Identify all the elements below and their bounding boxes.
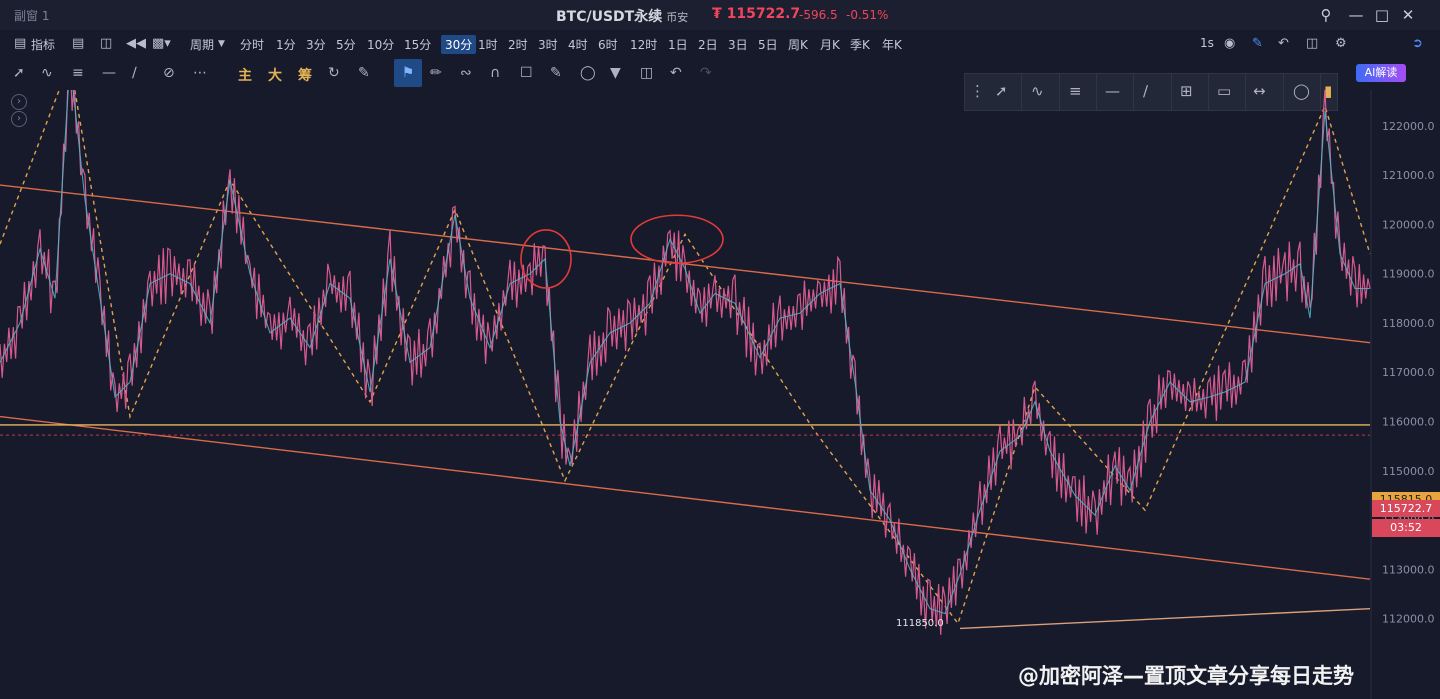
eraser-icon[interactable]: ⊘	[163, 65, 175, 81]
note-icon[interactable]: ✎	[550, 65, 562, 81]
title-bar: 副窗 1 BTC/USDT永续 币安 ₮ 115722.7 -596.5 -0.5…	[0, 0, 1440, 30]
interval-16[interactable]: 5日	[758, 36, 778, 53]
settings-icon[interactable]: ⚙	[1335, 36, 1347, 51]
interval-toolbar: ▤ 指标 ▤ ◫ ◀◀ ▩▾ 周期 ▼ 分时 1分 3分 5分 10分 15分 30分 1时 2…	[0, 30, 1440, 82]
magnet-icon[interactable]: ∾	[460, 65, 472, 81]
pen-icon[interactable]: ✎	[1252, 36, 1263, 51]
last-price: ₮ 115722.7	[712, 6, 801, 22]
flag-icon[interactable]: ⚑	[394, 59, 422, 87]
interval-1[interactable]: 1分	[276, 36, 296, 53]
symbol-name: BTC/USDT永续	[556, 9, 663, 25]
symbol-title[interactable]: BTC/USDT永续 币安	[556, 6, 688, 26]
chevron-down-icon[interactable]: ▼	[218, 39, 225, 49]
interval-15[interactable]: 3日	[728, 36, 748, 53]
more-icon[interactable]: ⋯	[193, 65, 207, 81]
trendline-layer	[0, 184, 1371, 630]
minimize-icon[interactable]: —	[1346, 5, 1366, 25]
brush-icon[interactable]: ✎	[358, 65, 370, 81]
zigzag-line	[0, 90, 1371, 625]
main-force-button[interactable]: 主	[238, 65, 252, 85]
interval-7[interactable]: 1时	[478, 36, 498, 53]
chart-type-icon[interactable]: ▩▾	[152, 36, 171, 51]
y-tick-label: 120000.0	[1382, 218, 1435, 231]
interval-6[interactable]: 30分	[441, 35, 477, 54]
wave-tool-icon[interactable]: ∿	[41, 65, 53, 81]
y-tick-label: 118000.0	[1382, 317, 1435, 330]
visibility-icon[interactable]: ◯	[580, 65, 596, 81]
y-tick-label: 122000.0	[1382, 120, 1435, 133]
compare-icon[interactable]: ◫	[1306, 36, 1318, 51]
indicator-icon[interactable]: ▤	[14, 36, 26, 51]
interval-2[interactable]: 3分	[306, 36, 326, 53]
interval-14[interactable]: 2日	[698, 36, 718, 53]
y-tick-label: 113000.0	[1382, 563, 1435, 576]
interval-17[interactable]: 周K	[788, 36, 808, 53]
y-tick-label: 112000.0	[1382, 613, 1435, 626]
interval-13[interactable]: 1日	[668, 36, 688, 53]
undo-draw-icon[interactable]: ↶	[670, 65, 682, 81]
interval-12[interactable]: 12时	[630, 36, 657, 53]
y-tick-label: 116000.0	[1382, 416, 1435, 429]
pattern-icon[interactable]: ∩	[490, 65, 500, 81]
refresh-icon[interactable]: ↻	[328, 65, 340, 81]
interval-19[interactable]: 季K	[850, 36, 870, 53]
share-icon[interactable]: ➲	[1412, 36, 1423, 51]
trash-icon[interactable]: ◫	[640, 65, 653, 81]
close-icon[interactable]: ✕	[1398, 5, 1418, 25]
price-change: -596.5	[799, 8, 838, 22]
y-tick-label: 117000.0	[1382, 366, 1435, 379]
price-series-layer	[0, 90, 1371, 635]
last-price-tag: 115722.7	[1372, 500, 1440, 517]
camera-icon[interactable]: ◉	[1224, 36, 1235, 51]
fib-tool-icon[interactable]: ≡	[72, 65, 84, 81]
y-tick-label: 119000.0	[1382, 268, 1435, 281]
interval-9[interactable]: 3时	[538, 36, 558, 53]
search-icon[interactable]: ⚲	[1316, 5, 1336, 25]
interval-11[interactable]: 6时	[598, 36, 618, 53]
chip-button[interactable]: 筹	[298, 65, 312, 85]
undo-icon[interactable]: ↶	[1278, 36, 1289, 51]
price-change-pct: -0.51%	[846, 8, 889, 22]
layout-icon[interactable]: ▤	[72, 36, 84, 51]
annotation-circles	[520, 214, 724, 289]
redo-draw-icon[interactable]: ↷	[700, 65, 712, 81]
interval-10[interactable]: 4时	[568, 36, 588, 53]
columns-icon[interactable]: ◫	[100, 36, 112, 51]
maximize-icon[interactable]: □	[1372, 5, 1392, 25]
countdown-tag: 03:52	[1372, 519, 1440, 537]
extreme-price-label: 111850.0	[896, 618, 944, 629]
interval-4[interactable]: 10分	[367, 36, 394, 53]
price-chart[interactable]: 123300.0111850.0 112000.0113000.0114000.…	[0, 90, 1440, 699]
price-smooth-series	[0, 90, 1370, 615]
interval-18[interactable]: 月K	[820, 36, 840, 53]
horizontal-line-icon[interactable]: —	[102, 65, 116, 81]
ruler-icon[interactable]: ✏	[430, 65, 442, 81]
trendline-tool-icon[interactable]: ➚	[13, 65, 25, 81]
trendline-1	[0, 415, 1371, 580]
price-annotations: 123300.0111850.0	[896, 618, 944, 629]
y-tick-label: 121000.0	[1382, 169, 1435, 182]
interval-8[interactable]: 2时	[508, 36, 528, 53]
parallel-channel-icon[interactable]: ∕	[132, 65, 137, 81]
right-interval[interactable]: 1s	[1200, 36, 1214, 50]
filter-icon[interactable]: ▼	[610, 65, 621, 81]
exchange-name: 币安	[666, 11, 689, 24]
interval-0[interactable]: 分时	[240, 36, 264, 53]
price-series	[0, 90, 1371, 635]
watermark: @加密阿泽—置顶文章分享每日走势	[1018, 664, 1354, 688]
y-axis: 112000.0113000.0114000.0115000.0116000.0…	[1370, 90, 1435, 699]
big-order-button[interactable]: 大	[268, 65, 282, 85]
lock-icon[interactable]: ☐	[520, 65, 533, 81]
sub-window-title: 副窗 1	[14, 9, 50, 23]
trendline-3	[959, 607, 1371, 630]
y-tick-label: 115000.0	[1382, 465, 1435, 478]
interval-20[interactable]: 年K	[882, 36, 902, 53]
period-dropdown[interactable]: 周期	[190, 36, 214, 53]
indicator-button[interactable]: 指标	[31, 36, 55, 53]
zigzag-layer	[0, 90, 1371, 625]
interval-3[interactable]: 5分	[336, 36, 356, 53]
interval-5[interactable]: 15分	[404, 36, 431, 53]
rewind-icon[interactable]: ◀◀	[126, 36, 146, 51]
